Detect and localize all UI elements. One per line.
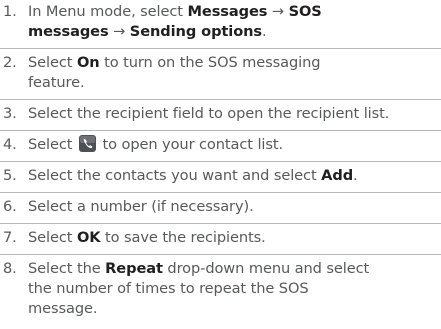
punctuation: . [353,167,358,184]
arrow-separator: → [267,3,289,20]
step-text-line: the number of times to repeat the SOS [28,279,441,299]
step-number: 3. [3,105,17,122]
menu-item-messages: Messages [187,3,268,20]
step-text: drop-down menu and select [162,260,370,277]
option-ok: OK [76,229,101,246]
step-text-line: messages → Sending options. [28,22,441,42]
step-number: 6. [3,198,17,215]
step-2: 2. Select On to turn on the SOS messagin… [0,49,441,100]
step-text: Select the recipient field to open the r… [28,105,390,122]
step-number: 4. [3,136,17,153]
step-text: to save the recipients. [100,229,266,246]
menu-item-sos: SOS [288,3,322,20]
step-text: to open your contact list. [97,136,284,153]
instruction-steps: 1. In Menu mode, select Messages → SOS m… [0,0,441,325]
step-1: 1. In Menu mode, select Messages → SOS m… [0,0,441,49]
step-text: feature. [28,74,85,91]
step-text-line: Select the recipient field to open the r… [28,104,441,124]
step-text-line: Select a number (if necessary). [28,197,441,217]
step-text-line: Select the contacts you want and select … [28,166,441,186]
step-4: 4. Select to open your contact list. [0,131,441,162]
step-text-line: message. [28,299,441,319]
phonebook-icon [78,135,96,152]
step-6: 6. Select a number (if necessary). [0,193,441,224]
step-text: message. [28,300,98,317]
menu-item-sending-options: Sending options [129,23,262,40]
step-text-line: Select to open your contact list. [28,135,441,155]
step-text-line: Select the Repeat drop-down menu and sel… [28,259,441,279]
step-text: Select the contacts you want and select [28,167,322,184]
step-text: Select [28,54,77,71]
option-repeat: Repeat [105,260,163,277]
punctuation: . [262,23,267,40]
step-text: to turn on the SOS messaging [99,54,321,71]
step-text-line: feature. [28,73,441,93]
arrow-separator: → [108,23,130,40]
step-text-line: Select OK to save the recipients. [28,228,441,248]
step-number: 8. [3,260,17,277]
step-5: 5. Select the contacts you want and sele… [0,162,441,193]
step-text: In Menu mode, select [28,3,188,20]
menu-item-messages-cont: messages [28,23,109,40]
step-number: 1. [3,3,17,20]
step-text-line: In Menu mode, select Messages → SOS [28,2,441,22]
step-8: 8. Select the Repeat drop-down menu and … [0,255,441,325]
option-add: Add [321,167,354,184]
step-number: 7. [3,229,17,246]
step-text: the number of times to repeat the SOS [28,280,309,297]
step-number: 5. [3,167,17,184]
step-text: Select a number (if necessary). [28,198,254,215]
step-number: 2. [3,54,17,71]
option-on: On [76,54,100,71]
step-text: Select [28,136,77,153]
step-3: 3. Select the recipient field to open th… [0,100,441,131]
step-7: 7. Select OK to save the recipients. [0,224,441,255]
step-text: Select [28,229,77,246]
step-text: Select the [28,260,106,277]
step-text-line: Select On to turn on the SOS messaging [28,53,441,73]
